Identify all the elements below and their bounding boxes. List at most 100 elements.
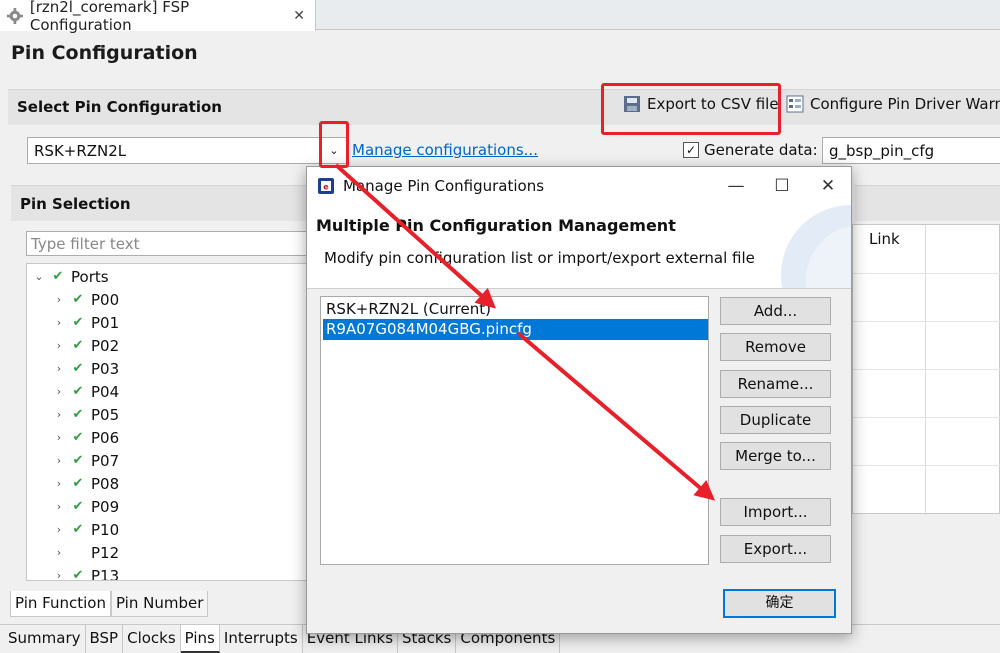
annotation-box-dropdown <box>319 121 349 168</box>
configure-pin-driver-button[interactable]: Configure Pin Driver Warni <box>786 95 1000 113</box>
remove-button[interactable]: Remove <box>720 333 831 361</box>
tree-item-label: P01 <box>91 313 120 332</box>
check-icon: ✔ <box>72 522 84 537</box>
tree-item[interactable]: › ✔ P04 <box>53 380 119 403</box>
check-icon: ✔ <box>72 384 84 399</box>
pin-view-tabs: Pin Function Pin Number <box>10 591 209 617</box>
tree-item-label: P06 <box>91 428 120 447</box>
check-icon: ✔ <box>72 499 84 514</box>
tree-item-label: P10 <box>91 520 120 539</box>
tree-item-label: P09 <box>91 497 120 516</box>
tab-pins[interactable]: Pins <box>180 625 220 653</box>
ok-button[interactable]: 确定 <box>723 589 836 618</box>
expand-arrow-icon[interactable]: › <box>53 500 65 513</box>
tab-summary[interactable]: Summary <box>4 625 86 653</box>
manage-pin-configurations-dialog: e Manage Pin Configurations — ☐ ✕ Multip… <box>306 166 852 634</box>
editor-tab-title: [rzn2l_coremark] FSP Configuration <box>29 0 190 34</box>
tree-item[interactable]: › ✔ P10 <box>53 518 119 541</box>
check-icon: ✔ <box>72 476 84 491</box>
close-icon[interactable]: ✕ <box>293 8 305 24</box>
tree-item[interactable]: › ✔ P07 <box>53 449 119 472</box>
expand-arrow-icon[interactable]: › <box>53 408 65 421</box>
tree-item[interactable]: › ✔ P08 <box>53 472 119 495</box>
tree-item[interactable]: › ✔ P05 <box>53 403 119 426</box>
tab-clocks[interactable]: Clocks <box>123 625 181 653</box>
tree-item-label: P12 <box>91 543 120 562</box>
svg-text:e: e <box>323 183 329 192</box>
rename-button[interactable]: Rename... <box>720 370 831 398</box>
expand-arrow-icon[interactable]: › <box>53 569 65 580</box>
generate-data-input[interactable]: g_bsp_pin_cfg <box>822 137 1000 164</box>
merge-button[interactable]: Merge to... <box>720 442 831 470</box>
manage-configurations-link[interactable]: Manage configurations... <box>352 141 538 159</box>
tree-item[interactable]: › ✔ P00 <box>53 288 119 311</box>
tree-item-label: Ports <box>71 267 109 286</box>
expand-arrow-icon[interactable]: ⌄ <box>33 270 45 283</box>
tree-item[interactable]: ⌄ ✔ Ports <box>33 265 109 288</box>
expand-arrow-icon[interactable]: › <box>53 293 65 306</box>
check-icon: ✔ <box>72 430 84 445</box>
maximize-icon[interactable]: ☐ <box>759 167 805 205</box>
checkbox-icon[interactable]: ✓ <box>683 142 699 158</box>
expand-arrow-icon[interactable]: › <box>53 339 65 352</box>
tree-item[interactable]: › ✔ P06 <box>53 426 119 449</box>
tree-item[interactable]: › ✔ P09 <box>53 495 119 518</box>
check-icon: ✔ <box>52 269 64 284</box>
pin-configuration-combo[interactable]: RSK+RZN2L ⌄ <box>27 137 347 164</box>
close-icon[interactable]: ✕ <box>805 167 851 205</box>
export-button[interactable]: Export... <box>720 535 831 563</box>
expand-arrow-icon[interactable]: › <box>53 362 65 375</box>
link-column-header: Link <box>869 230 900 248</box>
expand-arrow-icon[interactable]: › <box>53 454 65 467</box>
list-item[interactable]: RSK+RZN2L (Current) <box>323 299 708 320</box>
driver-config-icon <box>786 95 804 113</box>
renesas-app-icon: e <box>318 178 334 194</box>
tab-bsp[interactable]: BSP <box>86 625 124 653</box>
pin-details-grid <box>852 224 1000 515</box>
tree-item-label: P08 <box>91 474 120 493</box>
tree-item-label: P00 <box>91 290 120 309</box>
check-icon: ✔ <box>72 361 84 376</box>
configuration-list: RSK+RZN2L (Current) R9A07G084M04GBG.pinc… <box>320 296 709 565</box>
dialog-header: Multiple Pin Configuration Management Mo… <box>307 205 851 289</box>
tree-item-label: P02 <box>91 336 120 355</box>
tree-item-label: P04 <box>91 382 120 401</box>
tree-item[interactable]: › ✔ P01 <box>53 311 119 334</box>
pin-selection-header: Pin Selection <box>20 195 131 213</box>
tab-pin-number[interactable]: Pin Number <box>110 591 209 617</box>
check-icon: ✔ <box>72 453 84 468</box>
editor-tab[interactable]: [rzn2l_coremark] FSP Configuration ✕ <box>0 0 316 34</box>
dialog-description: Modify pin configuration list or import/… <box>324 249 755 267</box>
pin-selection-section: Pin Selection <box>11 185 311 221</box>
duplicate-button[interactable]: Duplicate <box>720 406 831 434</box>
import-button[interactable]: Import... <box>720 498 831 526</box>
dialog-titlebar[interactable]: e Manage Pin Configurations — ☐ ✕ <box>307 167 851 205</box>
tree-item[interactable]: › ✔ P13 <box>53 564 119 581</box>
check-icon: ✔ <box>72 568 84 581</box>
generate-data-checkbox[interactable]: ✓ Generate data: <box>683 141 818 159</box>
expand-arrow-icon[interactable]: › <box>53 523 65 536</box>
pin-tree: ⌄ ✔ Ports › ✔ P00 › ✔ P01 › ✔ P02 › ✔ P03 › ✔ P04 › ✔ P05 › ✔ P… <box>26 263 316 581</box>
expand-arrow-icon[interactable]: › <box>53 546 65 559</box>
pin-details-header <box>855 185 1000 221</box>
expand-arrow-icon[interactable]: › <box>53 477 65 490</box>
tree-item-label: P13 <box>91 566 120 581</box>
section-header: Select Pin Configuration <box>17 98 222 116</box>
dialog-title: Manage Pin Configurations <box>343 177 545 195</box>
tab-interrupts[interactable]: Interrupts <box>220 625 303 653</box>
tree-item[interactable]: › ✔ P03 <box>53 357 119 380</box>
expand-arrow-icon[interactable]: › <box>53 316 65 329</box>
tab-pin-function[interactable]: Pin Function <box>10 591 111 617</box>
filter-input[interactable]: Type filter text <box>26 231 316 256</box>
add-button[interactable]: Add... <box>720 297 831 325</box>
tree-item[interactable]: › P12 <box>53 541 119 564</box>
tree-item[interactable]: › ✔ P02 <box>53 334 119 357</box>
configure-pin-driver-label: Configure Pin Driver Warni <box>810 95 1000 113</box>
expand-arrow-icon[interactable]: › <box>53 431 65 444</box>
minimize-icon[interactable]: — <box>713 167 759 205</box>
tree-item-label: P05 <box>91 405 120 424</box>
check-icon: ✔ <box>72 315 84 330</box>
dialog-heading: Multiple Pin Configuration Management <box>316 216 676 235</box>
expand-arrow-icon[interactable]: › <box>53 385 65 398</box>
list-item[interactable]: R9A07G084M04GBG.pincfg <box>323 319 708 340</box>
